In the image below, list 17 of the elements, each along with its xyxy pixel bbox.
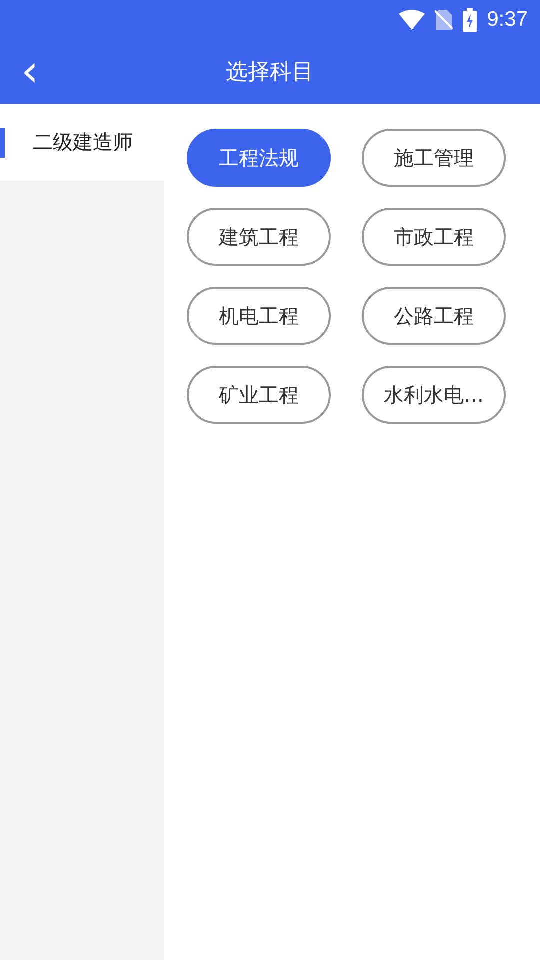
subject-chip[interactable]: 建筑工程: [187, 208, 331, 266]
subject-chip[interactable]: 公路工程: [362, 287, 506, 345]
no-sim-icon: [435, 9, 454, 31]
subject-chip[interactable]: 市政工程: [362, 208, 506, 266]
status-time: 9:37: [487, 8, 528, 32]
subject-chip[interactable]: 矿业工程: [187, 366, 331, 424]
battery-icon: [463, 8, 478, 32]
subject-chip[interactable]: 施工管理: [362, 129, 506, 187]
sidebar-label: 二级建造师: [33, 129, 133, 156]
page-title: 选择科目: [226, 59, 314, 87]
subject-chip[interactable]: 工程法规: [187, 129, 331, 187]
sidebar-item[interactable]: 二级建造师: [0, 104, 164, 181]
subject-chip[interactable]: 机电工程: [187, 287, 331, 345]
back-button[interactable]: ‹: [8, 50, 52, 94]
subject-chip[interactable]: 水利水电…: [362, 366, 506, 424]
wifi-icon: [399, 10, 426, 30]
selection-bar: [0, 128, 5, 158]
